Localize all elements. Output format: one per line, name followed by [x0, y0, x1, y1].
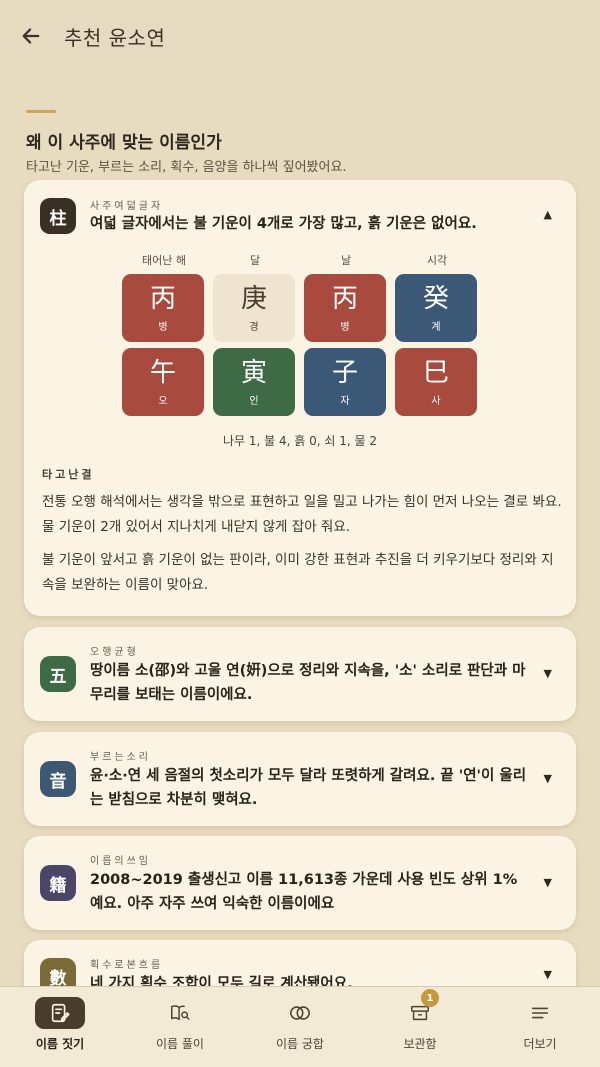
stem-tile-hour: 癸 계 [395, 274, 477, 342]
card-overline: 이름의쓰임 [90, 856, 151, 867]
branch-tile-hour: 巳 사 [395, 348, 477, 416]
tile-reading: 계 [431, 321, 441, 333]
card-stroke-flow[interactable]: 數 획수로본흐름 네 가지 획수 조합이 모두 길로 계산됐어요. ▼ [24, 940, 576, 986]
nav-item-more[interactable]: 더보기 [480, 997, 600, 1061]
nav-label: 이름 궁합 [276, 1037, 324, 1051]
temperament-paragraph-2: 불 기운이 앞서고 흙 기운이 없는 판이라, 이미 강한 표현과 추진을 더 … [42, 552, 554, 593]
card-headline: 여덟 글자에서는 불 기운이 4개로 가장 많고, 흙 기운은 없어요. [90, 216, 477, 232]
tile-hanja: 巳 [422, 357, 449, 388]
tile-reading: 사 [431, 395, 441, 407]
column-label-year: 태어난 해 [142, 254, 186, 267]
column-label-month: 달 [249, 254, 261, 267]
card-overline: 부르는소리 [90, 752, 151, 763]
card-ohaeng-balance[interactable]: 五 오행균형 땅이름 소(邵)와 고울 연(姸)으로 정리와 지속을, '소' … [24, 627, 576, 721]
card-overline: 사주여덟글자 [90, 201, 164, 212]
stem-tile-month: 庚 경 [213, 274, 295, 342]
nav-item-name-reading[interactable]: 이름 풀이 [120, 997, 240, 1061]
column-label-day: 날 [340, 254, 352, 267]
nav-item-name-create[interactable]: 이름 짓기 [0, 997, 120, 1061]
nav-label: 보관함 [403, 1037, 437, 1051]
saju-card: 柱 사주여덟글자 여덟 글자에서는 불 기운이 4개로 가장 많고, 흙 기운은… [24, 180, 576, 616]
branch-tile-year: 午 오 [122, 348, 204, 416]
branch-tile-month: 寅 인 [213, 348, 295, 416]
accent-divider [26, 110, 56, 113]
archive-box-icon: 1 [395, 989, 445, 1029]
nav-label: 이름 풀이 [156, 1037, 204, 1051]
expand-chevron-icon[interactable]: ▼ [544, 772, 552, 785]
edit-note-icon [35, 997, 85, 1029]
tile-reading: 인 [249, 395, 259, 407]
tile-reading: 자 [340, 395, 350, 407]
main-content[interactable]: 왜 이 사주에 맞는 이름인가 타고난 기운, 부르는 소리, 획수, 음양을 … [0, 72, 600, 986]
sound-badge-icon: 音 [40, 761, 76, 797]
card-headline: 땅이름 소(邵)와 고울 연(姸)으로 정리와 지속을, '소' 소리로 판단과… [90, 663, 526, 703]
stem-tile-year: 丙 병 [122, 274, 204, 342]
book-search-icon [155, 997, 205, 1029]
rings-icon [275, 997, 325, 1029]
card-overline: 획수로본흐름 [90, 960, 164, 971]
tile-hanja: 子 [331, 357, 358, 388]
nav-label: 이름 짓기 [35, 1037, 85, 1051]
saju-badge-icon: 柱 [40, 198, 76, 234]
tile-reading: 병 [340, 321, 350, 333]
collapse-chevron-icon[interactable]: ▲ [544, 208, 552, 221]
top-app-bar: 추천 윤소연 [0, 0, 600, 72]
bottom-navigation: 이름 짓기 이름 풀이 이름 궁합 1 보관함 더보기 [0, 986, 600, 1067]
card-headline: 윤·소·연 세 음절의 첫소리가 모두 달라 또렷하게 갈려요. 끝 '연'이 … [90, 768, 527, 808]
tile-reading: 경 [249, 321, 259, 333]
expand-chevron-icon[interactable]: ▼ [544, 876, 552, 889]
registry-badge-icon: 籍 [40, 865, 76, 901]
arrow-left-icon [22, 28, 40, 44]
card-headline: 2008~2019 출생신고 이름 11,613종 가운데 사용 빈도 상위 1… [90, 872, 518, 912]
tile-hanja: 癸 [422, 283, 449, 314]
element-counts: 나무 1, 불 4, 흙 0, 쇠 1, 물 2 [222, 434, 377, 448]
ohaeng-badge-icon: 五 [40, 656, 76, 692]
tile-hanja: 丙 [149, 283, 176, 314]
card-pronunciation[interactable]: 音 부르는소리 윤·소·연 세 음절의 첫소리가 모두 달라 또렷하게 갈려요.… [24, 732, 576, 826]
archive-count-badge: 1 [421, 989, 439, 1007]
tile-hanja: 午 [149, 357, 176, 388]
section-subtitle: 타고난 기운, 부르는 소리, 획수, 음양을 하나씩 짚어봤어요. [26, 160, 347, 175]
tile-hanja: 寅 [240, 357, 267, 388]
temperament-label: 타고난결 [42, 468, 95, 481]
stroke-badge-icon: 數 [40, 958, 76, 986]
branch-tile-day: 子 자 [304, 348, 386, 416]
page-title: 추천 윤소연 [64, 25, 166, 50]
stem-tile-day: 丙 병 [304, 274, 386, 342]
card-overline: 오행균형 [90, 647, 139, 658]
menu-icon [515, 997, 565, 1029]
nav-label: 더보기 [523, 1037, 557, 1051]
column-label-hour: 시각 [426, 254, 448, 267]
back-button[interactable] [16, 21, 46, 51]
tile-hanja: 丙 [331, 283, 358, 314]
tile-reading: 오 [158, 395, 168, 407]
card-headline: 네 가지 획수 조합이 모두 길로 계산됐어요. [90, 976, 353, 986]
nav-item-archive[interactable]: 1 보관함 [360, 989, 480, 1061]
expand-chevron-icon[interactable]: ▼ [544, 968, 552, 981]
section-title: 왜 이 사주에 맞는 이름인가 [26, 133, 222, 153]
card-name-usage[interactable]: 籍 이름의쓰임 2008~2019 출생신고 이름 11,613종 가운데 사용… [24, 836, 576, 930]
nav-item-name-compat[interactable]: 이름 궁합 [240, 997, 360, 1061]
expand-chevron-icon[interactable]: ▼ [544, 667, 552, 680]
tile-reading: 병 [158, 321, 168, 333]
tile-hanja: 庚 [240, 283, 267, 314]
temperament-paragraph-1: 전통 오행 해석에서는 생각을 밖으로 표현하고 일을 밀고 나가는 힘이 먼저… [42, 494, 562, 535]
